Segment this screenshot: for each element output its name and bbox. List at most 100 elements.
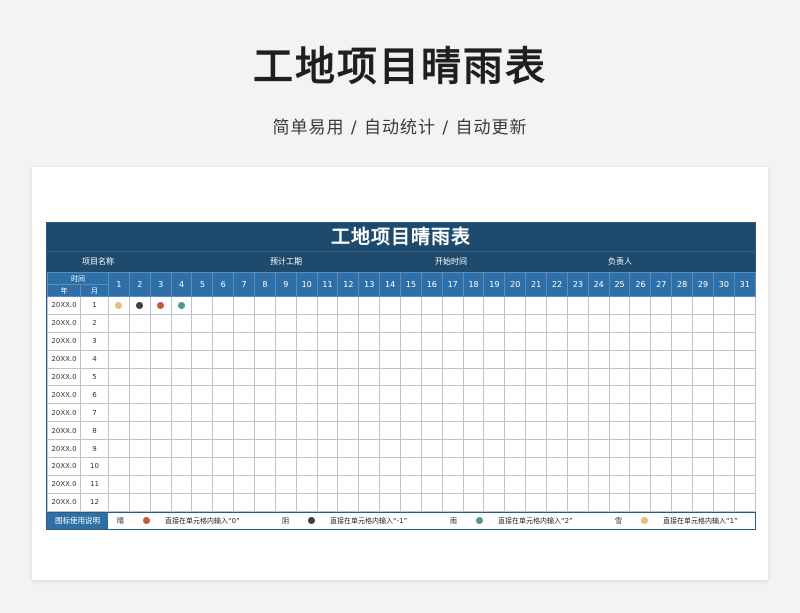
- day-cell[interactable]: [546, 439, 568, 459]
- day-cell[interactable]: [650, 421, 673, 441]
- day-cell[interactable]: [692, 439, 714, 459]
- day-cell[interactable]: [504, 421, 527, 441]
- month-cell[interactable]: 7: [80, 403, 109, 423]
- day-cell[interactable]: [671, 421, 694, 441]
- day-cell[interactable]: [525, 403, 548, 423]
- day-cell[interactable]: [191, 331, 214, 351]
- day-cell[interactable]: [400, 474, 422, 494]
- day-cell[interactable]: [504, 385, 527, 405]
- day-cell[interactable]: [274, 331, 297, 351]
- day-cell[interactable]: [212, 313, 235, 333]
- day-cell[interactable]: [108, 457, 130, 476]
- day-cell[interactable]: [170, 421, 193, 441]
- day-cell[interactable]: [295, 313, 318, 333]
- day-cell[interactable]: [212, 457, 235, 476]
- day-cell[interactable]: [525, 349, 548, 369]
- day-cell[interactable]: [587, 403, 610, 423]
- day-cell[interactable]: [692, 349, 714, 369]
- day-cell[interactable]: [420, 439, 443, 459]
- day-cell[interactable]: [128, 331, 151, 351]
- day-cell[interactable]: [587, 367, 610, 387]
- day-cell[interactable]: [420, 474, 443, 494]
- day-cell[interactable]: [170, 349, 193, 369]
- day-cell[interactable]: [566, 457, 589, 476]
- day-cell[interactable]: [128, 349, 151, 369]
- day-cell[interactable]: [420, 421, 443, 441]
- day-cell[interactable]: [191, 367, 214, 387]
- day-cell[interactable]: [379, 296, 402, 315]
- day-cell[interactable]: [420, 296, 443, 315]
- day-cell[interactable]: [587, 421, 610, 441]
- day-cell[interactable]: [566, 331, 589, 351]
- day-cell[interactable]: [191, 313, 214, 333]
- day-cell[interactable]: [379, 403, 402, 423]
- day-cell[interactable]: [316, 367, 339, 387]
- day-cell[interactable]: [274, 403, 297, 423]
- day-cell[interactable]: [733, 385, 756, 405]
- day-cell[interactable]: [608, 367, 631, 387]
- day-cell[interactable]: [441, 474, 464, 494]
- day-cell[interactable]: [483, 403, 506, 423]
- day-cell[interactable]: [504, 457, 527, 476]
- year-cell[interactable]: 20XX.0: [47, 296, 81, 315]
- day-cell[interactable]: [191, 492, 214, 512]
- day-cell[interactable]: [212, 349, 235, 369]
- day-cell[interactable]: [692, 474, 714, 494]
- month-cell[interactable]: 4: [80, 349, 109, 369]
- day-cell[interactable]: [358, 296, 381, 315]
- day-cell[interactable]: [650, 331, 673, 351]
- day-cell[interactable]: [295, 331, 318, 351]
- day-cell[interactable]: [671, 403, 694, 423]
- year-cell[interactable]: 20XX.0: [47, 367, 81, 387]
- day-cell[interactable]: [191, 474, 214, 494]
- day-cell[interactable]: [420, 313, 443, 333]
- day-cell[interactable]: [254, 331, 276, 351]
- day-cell[interactable]: [441, 492, 464, 512]
- day-cell[interactable]: [233, 296, 256, 315]
- day-cell[interactable]: [712, 492, 735, 512]
- day-cell[interactable]: [316, 313, 339, 333]
- day-cell[interactable]: [316, 492, 339, 512]
- day-cell[interactable]: [191, 385, 214, 405]
- day-cell[interactable]: [587, 474, 610, 494]
- day-cell[interactable]: [233, 474, 256, 494]
- day-cell[interactable]: [671, 331, 694, 351]
- day-cell[interactable]: [671, 367, 694, 387]
- day-cell[interactable]: [483, 457, 506, 476]
- day-cell[interactable]: [483, 331, 506, 351]
- day-cell[interactable]: [128, 296, 151, 315]
- day-cell[interactable]: [733, 421, 756, 441]
- day-cell[interactable]: [149, 492, 172, 512]
- day-cell[interactable]: [712, 457, 735, 476]
- day-cell[interactable]: [712, 439, 735, 459]
- day-cell[interactable]: [274, 474, 297, 494]
- day-cell[interactable]: [629, 421, 652, 441]
- day-cell[interactable]: [128, 421, 151, 441]
- day-cell[interactable]: [254, 385, 276, 405]
- day-cell[interactable]: [441, 385, 464, 405]
- day-cell[interactable]: [650, 349, 673, 369]
- day-cell[interactable]: [212, 474, 235, 494]
- day-cell[interactable]: [149, 439, 172, 459]
- day-cell[interactable]: [233, 457, 256, 476]
- day-cell[interactable]: [212, 492, 235, 512]
- day-cell[interactable]: [400, 331, 422, 351]
- day-cell[interactable]: [128, 367, 151, 387]
- day-cell[interactable]: [379, 331, 402, 351]
- day-cell[interactable]: [546, 492, 568, 512]
- day-cell[interactable]: [525, 385, 548, 405]
- day-cell[interactable]: [337, 367, 360, 387]
- day-cell[interactable]: [733, 349, 756, 369]
- day-cell[interactable]: [274, 385, 297, 405]
- day-cell[interactable]: [441, 331, 464, 351]
- day-cell[interactable]: [295, 349, 318, 369]
- day-cell[interactable]: [462, 492, 485, 512]
- day-cell[interactable]: [587, 349, 610, 369]
- day-cell[interactable]: [358, 492, 381, 512]
- day-cell[interactable]: [128, 474, 151, 494]
- day-cell[interactable]: [525, 474, 548, 494]
- day-cell[interactable]: [441, 296, 464, 315]
- day-cell[interactable]: [441, 367, 464, 387]
- day-cell[interactable]: [566, 403, 589, 423]
- day-cell[interactable]: [149, 385, 172, 405]
